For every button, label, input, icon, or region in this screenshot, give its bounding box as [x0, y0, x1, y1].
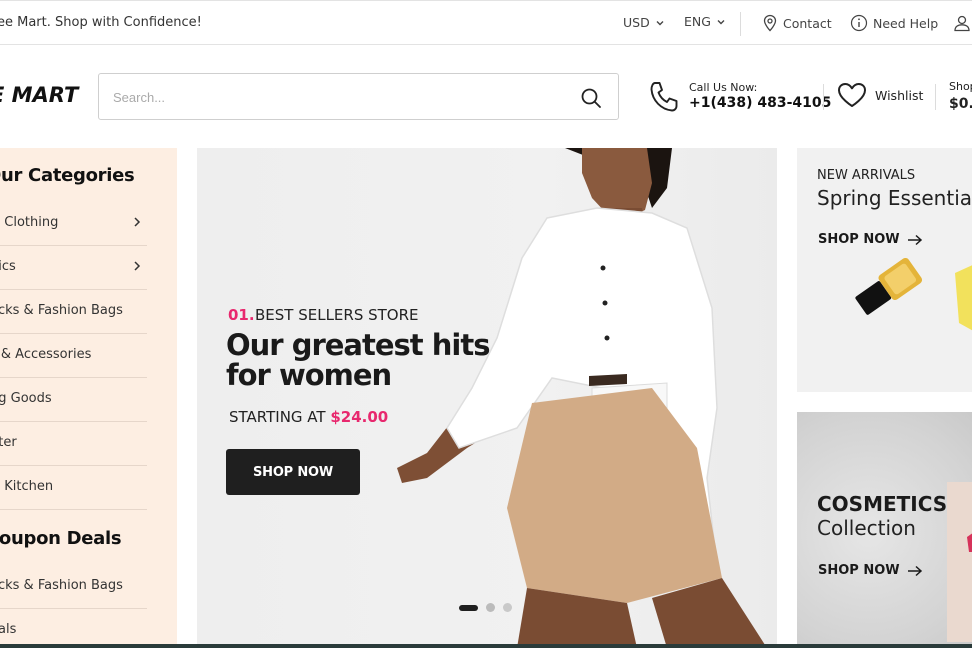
category-item[interactable]: acks & Fashion Bags — [0, 290, 147, 334]
promo-kicker: NEW ARRIVALS — [817, 168, 916, 183]
bottom-nav-strip — [0, 644, 972, 648]
location-pin-icon — [763, 14, 777, 32]
category-item[interactable]: ng Goods — [0, 378, 147, 422]
starting-label: STARTING AT — [229, 408, 326, 426]
divider — [823, 84, 824, 110]
arrow-right-icon — [907, 565, 922, 576]
promo-shop-now-link[interactable]: SHOP NOW — [818, 232, 923, 247]
divider — [740, 12, 741, 36]
divider — [935, 84, 936, 110]
heart-icon — [838, 83, 866, 107]
slider-dot[interactable] — [486, 603, 495, 612]
site-logo[interactable]: E MART — [0, 83, 78, 107]
category-item[interactable]: & Kitchen — [0, 466, 147, 510]
promo-link-label: SHOP NOW — [818, 232, 900, 247]
shop-now-button[interactable]: SHOP NOW — [226, 449, 360, 495]
hero-slider: 01. BEST SELLERS STORE Our greatest hits… — [197, 148, 777, 648]
starting-price: STARTING AT $24.00 — [229, 408, 388, 426]
phone-number[interactable]: +1(438) 483-4105 — [689, 95, 831, 111]
promo-subtitle: Collection — [817, 516, 916, 540]
wishlist-link[interactable]: Wishlist — [837, 82, 923, 108]
phone-icon — [650, 82, 678, 112]
cart-label[interactable]: Shop — [949, 80, 972, 93]
cart-amount[interactable]: $0.0 — [949, 96, 972, 112]
category-label: & Clothing — [0, 215, 59, 230]
category-item[interactable]: & Clothing — [0, 202, 147, 246]
promo-link-label: SHOP NOW — [818, 563, 900, 578]
category-label: nter — [0, 435, 17, 450]
perfume-bottle-image — [855, 257, 972, 331]
language-label: ENG — [684, 14, 711, 29]
need-help-link[interactable]: Need Help — [850, 14, 938, 32]
slide-title-line: for women — [226, 358, 392, 392]
model-image — [397, 148, 767, 648]
slide-tagline: BEST SELLERS STORE — [255, 306, 419, 324]
category-label: s & Accessories — [0, 347, 92, 362]
slide-title: Our greatest hits for women — [226, 330, 526, 390]
promo-card-cosmetics[interactable]: COSMETICS Collection SHOP NOW — [797, 412, 972, 648]
price-value: $24.00 — [330, 408, 389, 426]
categories-heading: Our Categories — [0, 165, 135, 186]
coupons-heading: Coupon Deals — [0, 528, 122, 549]
promo-card-spring[interactable]: NEW ARRIVALS Spring Essentials SHOP NOW — [797, 148, 972, 392]
category-item[interactable]: nter — [0, 422, 147, 466]
coupon-label: acks & Fashion Bags — [0, 578, 123, 593]
category-label: ng Goods — [0, 391, 52, 406]
promo-shop-now-link[interactable]: SHOP NOW — [818, 563, 923, 578]
chevron-down-icon — [656, 20, 664, 25]
currency-selector[interactable]: USD — [623, 15, 665, 30]
slider-dot[interactable] — [503, 603, 512, 612]
coupon-label: eals — [0, 622, 17, 637]
slide-number: 01. — [228, 306, 255, 324]
need-help-label: Need Help — [873, 15, 939, 31]
promo-title: COSMETICS — [817, 492, 948, 516]
slider-pagination — [459, 603, 512, 612]
category-item[interactable]: nics — [0, 246, 147, 290]
wishlist-label: Wishlist — [875, 87, 924, 103]
chevron-right-icon — [134, 261, 141, 271]
chevron-down-icon — [717, 19, 725, 24]
chevron-right-icon — [134, 217, 141, 227]
cosmetics-product-image — [947, 482, 972, 642]
welcome-text: ee Mart. Shop with Confidence! — [0, 15, 202, 30]
slide-title-line: Our greatest hits — [226, 328, 490, 362]
slider-dot-active[interactable] — [459, 604, 478, 611]
category-label: acks & Fashion Bags — [0, 303, 123, 318]
contact-link[interactable]: Contact — [762, 14, 832, 32]
coupon-item[interactable]: eals — [0, 609, 147, 648]
account-link[interactable] — [953, 14, 971, 32]
coupon-item[interactable]: acks & Fashion Bags — [0, 565, 147, 609]
language-selector[interactable]: ENG — [684, 14, 726, 29]
category-item[interactable]: s & Accessories — [0, 334, 147, 378]
info-icon — [850, 14, 868, 32]
categories-sidebar: Our Categories & Clothing nics acks & Fa… — [0, 148, 177, 648]
category-label: & Kitchen — [0, 479, 54, 494]
search-icon[interactable] — [580, 87, 602, 109]
category-label: nics — [0, 259, 16, 274]
search-box — [98, 73, 619, 120]
currency-label: USD — [623, 15, 650, 30]
top-bar: ee Mart. Shop with Confidence! USD ENG C… — [0, 0, 972, 45]
user-icon — [954, 15, 970, 32]
contact-label: Contact — [783, 15, 832, 31]
promo-title: Spring Essentials — [817, 186, 972, 210]
arrow-right-icon — [907, 234, 922, 245]
search-input[interactable] — [113, 86, 553, 108]
call-us-label: Call Us Now: — [689, 81, 758, 94]
